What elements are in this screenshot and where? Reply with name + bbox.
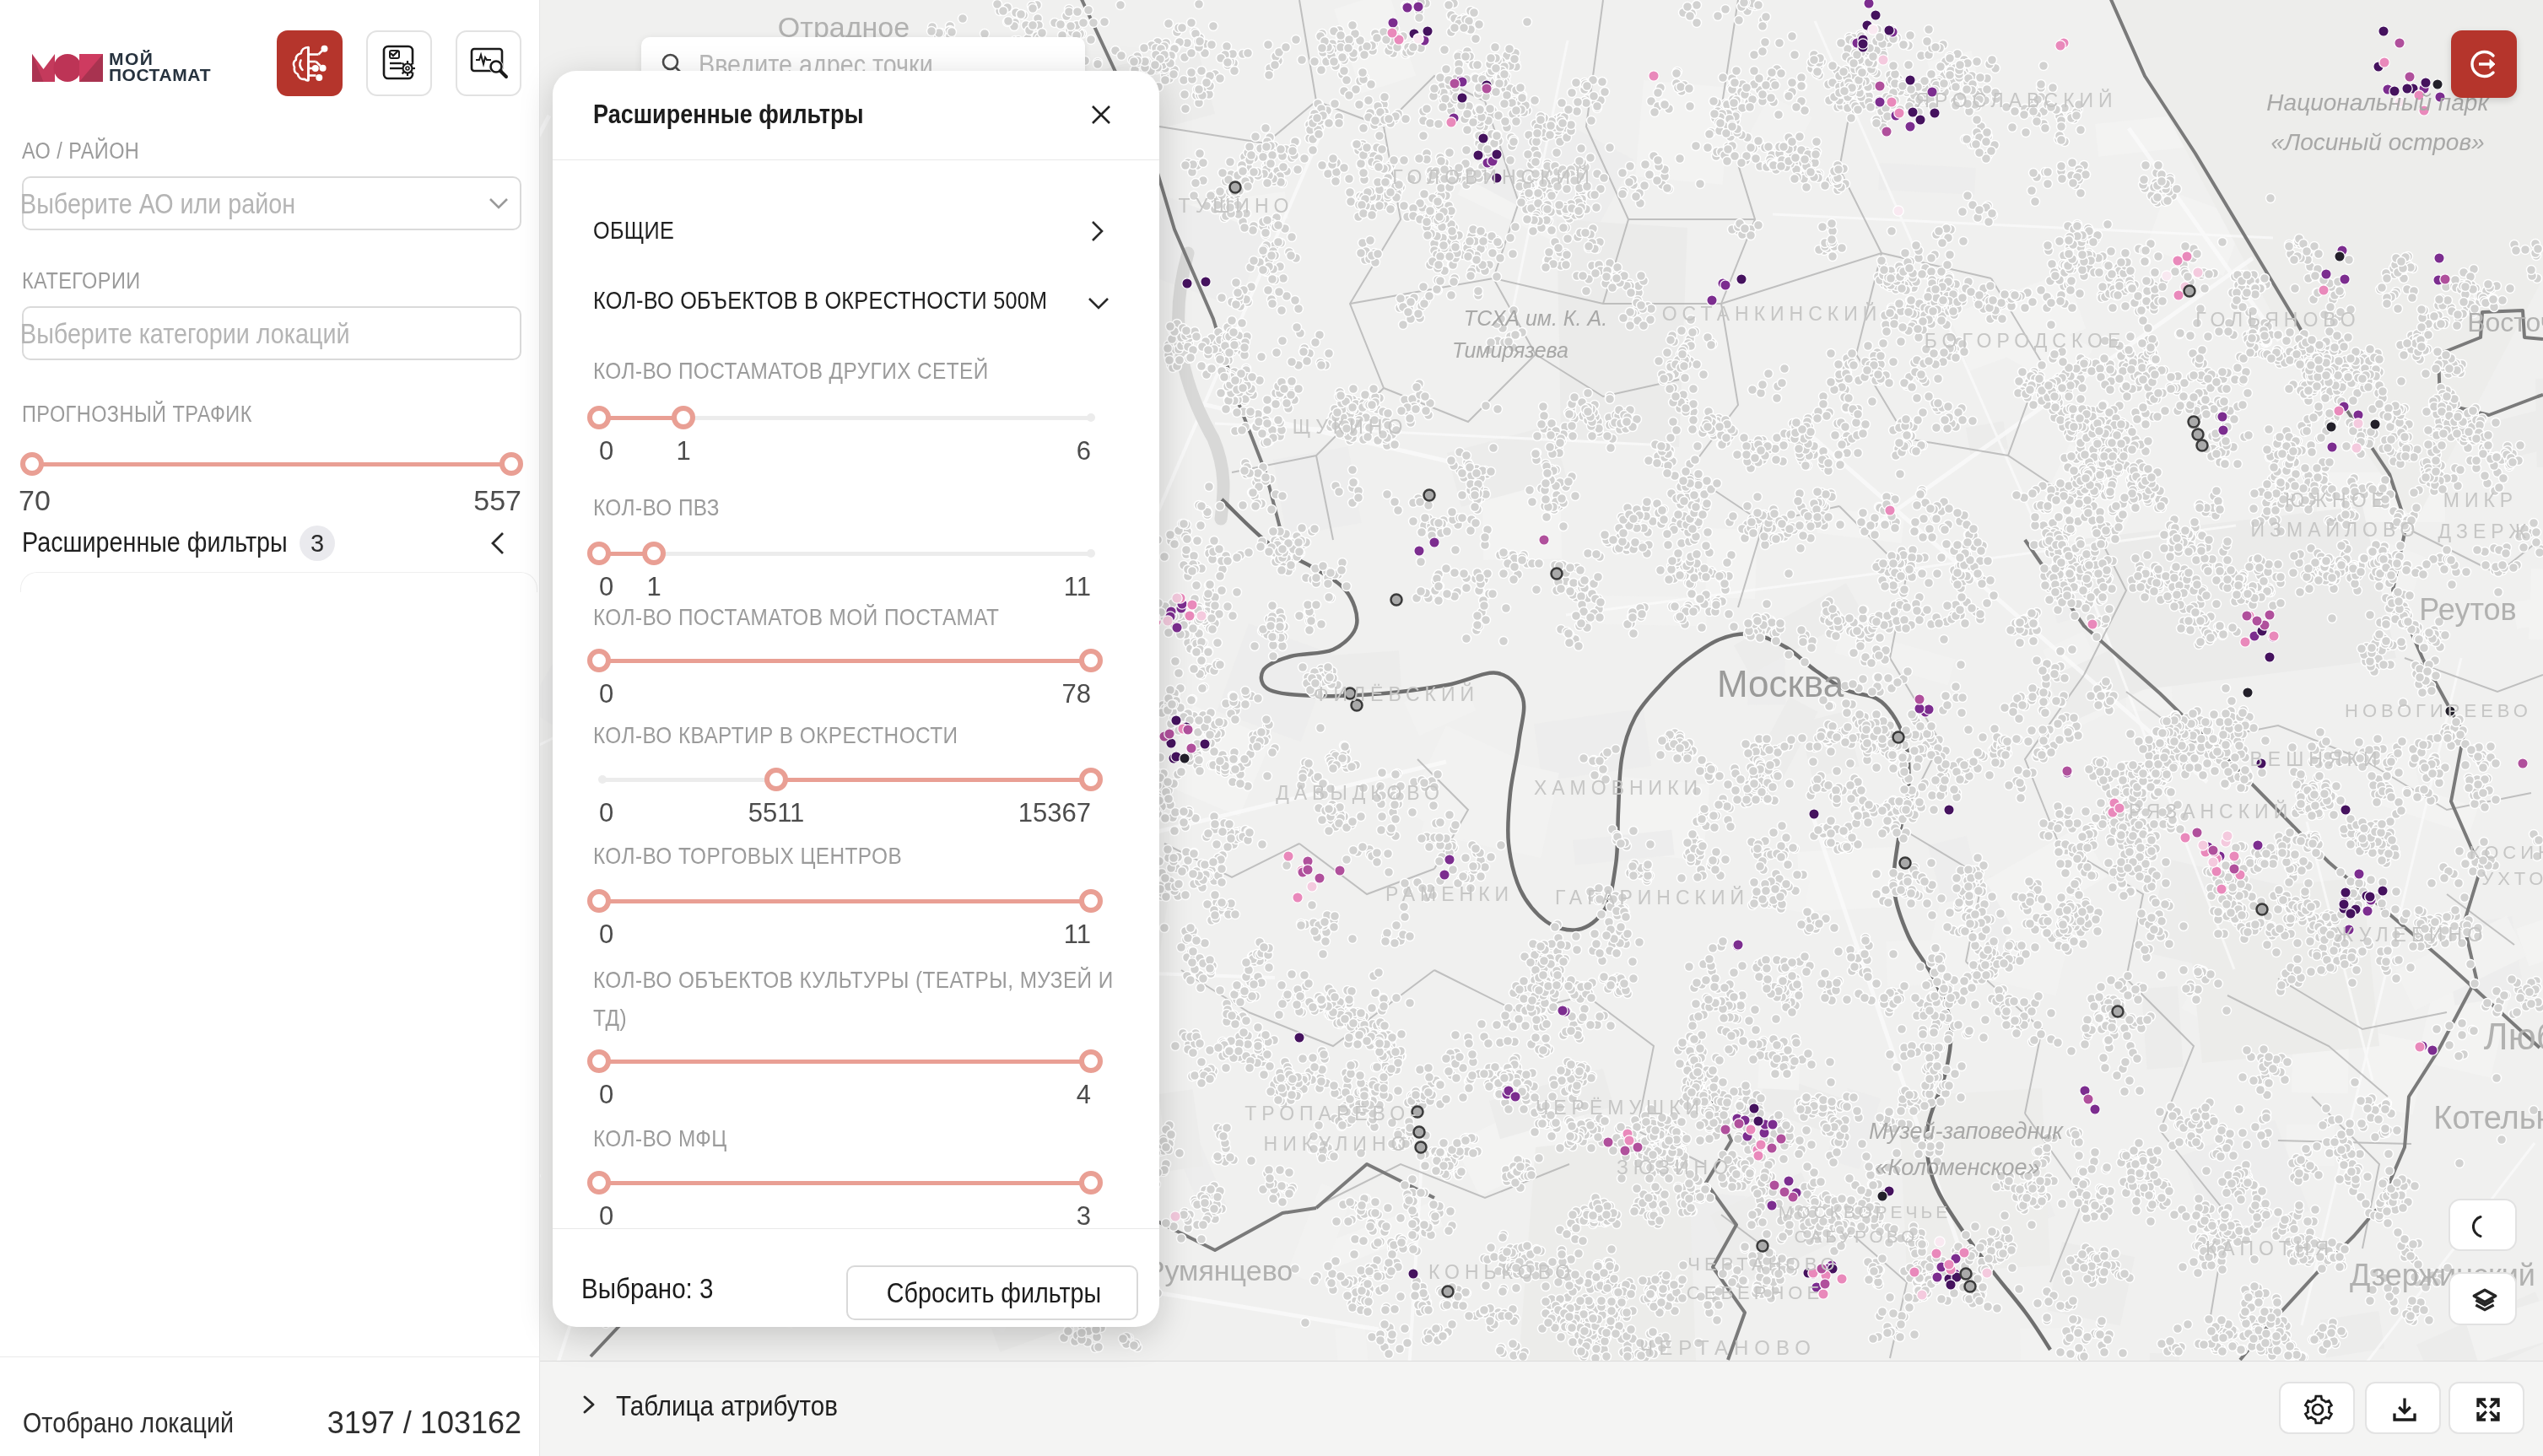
svg-text:САБУРОВО: САБУРОВО xyxy=(1795,1227,1919,1246)
svg-text:ДЗЕРЖ: ДЗЕРЖ xyxy=(2438,520,2531,542)
svg-text:ГОЛОВИНСКИЙ: ГОЛОВИНСКИЙ xyxy=(1392,165,1594,188)
svg-text:КОНЬКОВО: КОНЬКОВО xyxy=(1428,1261,1575,1283)
svg-text:ЧЕРТАНОВО: ЧЕРТАНОВО xyxy=(1639,1336,1817,1359)
svg-text:ОСТАНКИНСКИЙ: ОСТАНКИНСКИЙ xyxy=(1662,302,1882,325)
svg-text:Тимирязева: Тимирязева xyxy=(1452,338,1568,362)
svg-text:Восточный: Восточный xyxy=(2467,307,2543,337)
svg-text:ЮЖНОЕ: ЮЖНОЕ xyxy=(2285,489,2389,511)
svg-text:Люберцы: Люберцы xyxy=(2484,1016,2543,1057)
svg-text:ГАГАРИНСКИЙ: ГАГАРИНСКИЙ xyxy=(1555,886,1749,909)
svg-text:ЗЮЗИНО: ЗЮЗИНО xyxy=(1617,1157,1733,1178)
svg-text:Реутов: Реутов xyxy=(2419,592,2516,627)
svg-text:ФИЛЁВСКИЙ: ФИЛЁВСКИЙ xyxy=(1314,682,1479,705)
svg-text:ХАМОВНИКИ: ХАМОВНИКИ xyxy=(1534,777,1703,799)
svg-text:Румянцево: Румянцево xyxy=(1146,1254,1293,1286)
svg-text:КОСИНО-: КОСИНО- xyxy=(2470,842,2543,863)
svg-text:МИКР: МИКР xyxy=(2443,489,2518,511)
svg-text:ЖУЛЕБИНО: ЖУЛЕБИНО xyxy=(2335,924,2487,946)
svg-text:ПОСТАМАТ: ПОСТАМАТ xyxy=(109,65,211,84)
svg-text:РЯЗАНСКИЙ: РЯЗАНСКИЙ xyxy=(2129,800,2292,822)
svg-text:КАПОТНЯ: КАПОТНЯ xyxy=(2206,1238,2334,1259)
svg-text:ЧЕРТАНОВО: ЧЕРТАНОВО xyxy=(1687,1254,1838,1275)
svg-text:НОВОГИРЕЕВО: НОВОГИРЕЕВО xyxy=(2345,700,2532,721)
svg-text:НИКУЛИНО: НИКУЛИНО xyxy=(1264,1133,1412,1155)
svg-text:СЕВЕРНОЕ: СЕВЕРНОЕ xyxy=(1687,1282,1823,1303)
svg-text:БОГОРОДСКОЕ: БОГОРОДСКОЕ xyxy=(1925,330,2126,352)
svg-text:ГОЛЬЯНОВО: ГОЛЬЯНОВО xyxy=(2195,309,2361,331)
svg-text:МОСКВОРЕЧЬЕ: МОСКВОРЕЧЬЕ xyxy=(1779,1202,1952,1221)
svg-text:ТРОПАРЁВО-: ТРОПАРЁВО- xyxy=(1245,1103,1421,1124)
svg-text:Музей-заповедник: Музей-заповедник xyxy=(1869,1119,2064,1144)
svg-text:УХТОМ: УХТОМ xyxy=(2481,868,2543,889)
svg-text:ЩУКИНО: ЩУКИНО xyxy=(1293,416,1408,438)
svg-text:ЯРОСЛАВСКИЙ: ЯРОСЛАВСКИЙ xyxy=(1915,89,2117,111)
svg-text:Москва: Москва xyxy=(1717,663,1844,704)
svg-text:РАМЕНКИ: РАМЕНКИ xyxy=(1385,883,1514,905)
svg-text:ИЗМАЙЛОВО: ИЗМАЙЛОВО xyxy=(2251,518,2421,541)
svg-text:«Коломенское»: «Коломенское» xyxy=(1875,1155,2039,1180)
svg-text:ДАВЫДКОВО: ДАВЫДКОВО xyxy=(1276,782,1444,804)
svg-text:ТСХА им. К. А.: ТСХА им. К. А. xyxy=(1464,306,1607,330)
svg-text:ТУШИНО: ТУШИНО xyxy=(1179,195,1294,217)
svg-text:ВЕШНЯКИ: ВЕШНЯКИ xyxy=(2250,748,2383,770)
svg-text:«Лосиный остров»: «Лосиный остров» xyxy=(2270,129,2484,155)
svg-text:Котельники: Котельники xyxy=(2433,1100,2543,1135)
svg-text:ЧЕРЁМУШКИ: ЧЕРЁМУШКИ xyxy=(1536,1097,1704,1119)
